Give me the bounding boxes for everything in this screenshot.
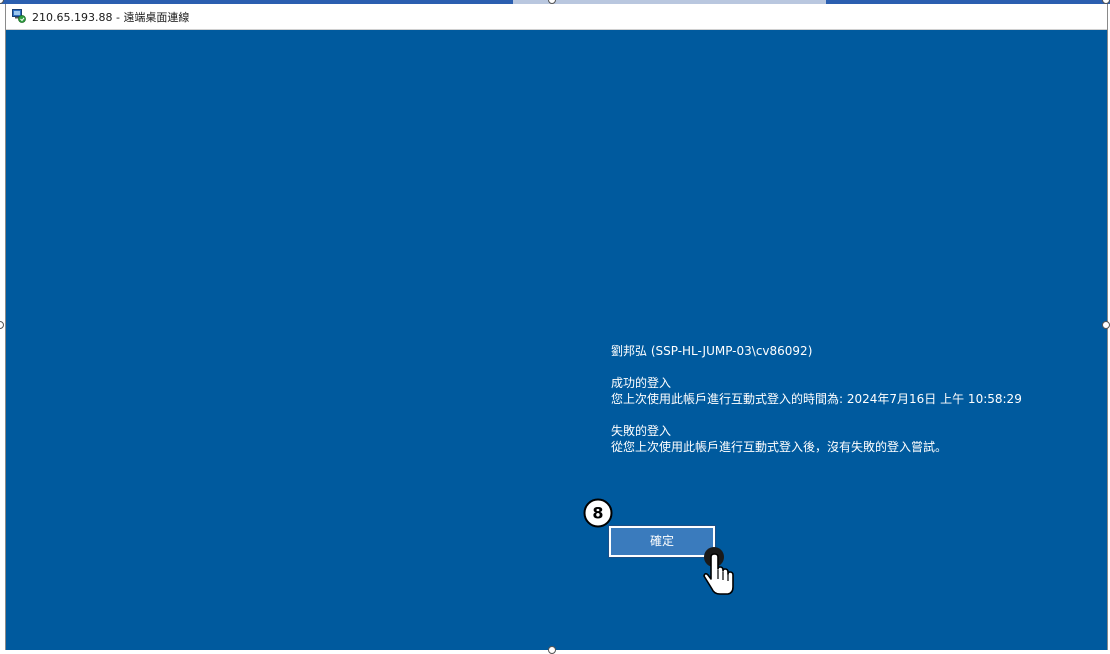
window-titlebar[interactable]: 210.65.193.88 - 遠端桌面連線: [6, 4, 1107, 30]
resize-handle-bottom-middle[interactable]: [548, 646, 556, 654]
remote-desktop-icon: [12, 9, 26, 23]
resize-handle-middle-right[interactable]: [1102, 321, 1110, 329]
remote-desktop-area: 劉邦弘 (SSP-HL-JUMP-03\cv86092) 成功的登入 您上次使用…: [6, 30, 1107, 650]
success-login-detail: 您上次使用此帳戶進行互動式登入的時間為: 2024年7月16日 上午 10:58…: [611, 392, 1022, 406]
failed-login-detail: 從您上次使用此帳戶進行互動式登入後，沒有失敗的登入嘗試。: [611, 440, 948, 454]
hand-pointer-icon: [703, 547, 734, 595]
resize-handle-middle-left[interactable]: [0, 321, 4, 329]
window-title: 210.65.193.88 - 遠端桌面連線: [32, 11, 190, 24]
step-number-badge: 8: [583, 498, 613, 528]
user-account-line: 劉邦弘 (SSP-HL-JUMP-03\cv86092): [611, 344, 813, 358]
step-number: 8: [592, 504, 603, 523]
success-login-heading: 成功的登入: [611, 376, 672, 390]
failed-login-heading: 失敗的登入: [611, 424, 672, 438]
remote-desktop-window: 210.65.193.88 - 遠端桌面連線 劉邦弘 (SSP-HL-JUMP-…: [5, 4, 1108, 650]
